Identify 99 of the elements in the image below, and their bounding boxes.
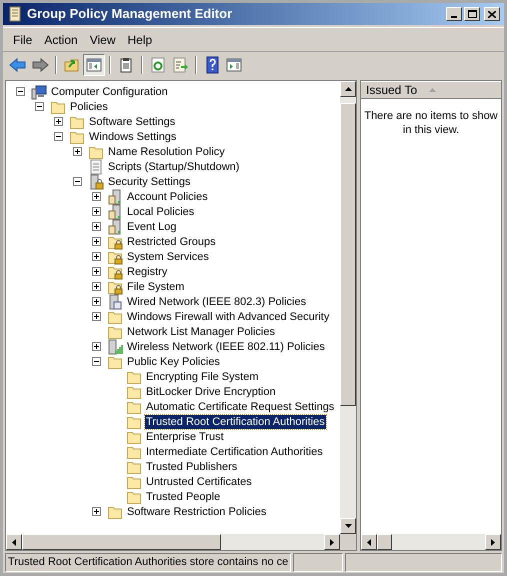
tree-item[interactable]: Account Policies [126, 190, 209, 204]
expand-icon[interactable] [92, 192, 100, 201]
tree-item[interactable]: Public Key Policies [126, 354, 221, 368]
tree-item[interactable]: Untrusted Certificates [145, 474, 253, 488]
tree-item[interactable]: Local Policies [126, 204, 196, 218]
expand-icon[interactable] [92, 507, 100, 516]
tree-item[interactable]: Enterprise Trust [145, 430, 225, 444]
sort-arrow-icon [429, 88, 436, 92]
forward-arrow-icon [31, 56, 49, 74]
status-text: Trusted Root Certification Authorities store contains no ce [8, 555, 288, 570]
collapse-icon[interactable] [72, 177, 82, 186]
tree-item[interactable]: Automatic Certificate Request Settings [145, 400, 336, 414]
expand-icon[interactable] [92, 282, 100, 291]
close-button[interactable] [484, 7, 500, 21]
expand-icon[interactable] [92, 222, 100, 231]
wireless-policy-icon [107, 338, 123, 354]
tree-item[interactable]: Windows Settings [88, 130, 178, 144]
tree-item[interactable]: Network List Manager Policies [126, 324, 276, 338]
tree-item[interactable]: Windows Firewall with Advanced Security [126, 310, 330, 324]
expand-icon[interactable] [92, 297, 100, 306]
collapse-icon[interactable] [34, 102, 44, 111]
refresh-icon [149, 56, 167, 74]
maximize-button[interactable] [464, 7, 480, 21]
window-title: Group Policy Management Editor [27, 5, 232, 24]
network-policy-icon [107, 294, 123, 310]
scroll-left-button[interactable] [361, 534, 377, 550]
tree-item[interactable]: Computer Configuration [50, 84, 169, 98]
expand-icon[interactable] [92, 207, 100, 216]
close-icon [488, 10, 496, 18]
tree-item[interactable]: Software Restriction Policies [126, 504, 268, 518]
tree-item[interactable]: System Services [126, 250, 210, 264]
left-arrow-icon [12, 538, 16, 546]
tree-item[interactable]: Trusted Publishers [145, 460, 238, 474]
status-panel [293, 553, 344, 572]
toolbar-button[interactable] [83, 54, 105, 76]
expand-icon[interactable] [92, 312, 100, 321]
server-icon [107, 218, 123, 234]
tree-item[interactable]: Security Settings [107, 174, 192, 188]
back-arrow-icon [9, 56, 27, 74]
scroll-left-button[interactable] [6, 534, 22, 550]
scrollbar-corner [340, 534, 356, 550]
tree-item[interactable]: Wireless Network (IEEE 802.11) Policies [126, 340, 326, 354]
tree-item[interactable]: BitLocker Drive Encryption [145, 384, 277, 398]
left-arrow-icon [367, 538, 371, 546]
collapse-icon[interactable] [16, 87, 24, 96]
right-arrow-icon [491, 538, 495, 546]
scrollbar-thumb[interactable] [377, 534, 392, 550]
column-title: Issued To [366, 82, 418, 99]
pane-icon [225, 56, 243, 74]
scroll-right-button[interactable] [324, 534, 340, 550]
tree-item[interactable]: Wired Network (IEEE 802.3) Policies [126, 294, 308, 308]
menu-item[interactable]: View [84, 30, 122, 50]
menu-item[interactable]: Action [38, 30, 84, 50]
scroll-up-button[interactable] [340, 81, 356, 97]
collapse-icon[interactable] [54, 132, 62, 141]
tree-item[interactable]: Trusted People [145, 490, 222, 504]
horizontal-scrollbar[interactable] [361, 534, 501, 550]
down-arrow-icon [344, 524, 352, 528]
export-list-icon [171, 56, 189, 74]
server-icon [107, 204, 123, 220]
empty-message: There are no items to show in this view. [363, 109, 499, 138]
tree-item[interactable]: Event Log [126, 220, 178, 234]
tree-item[interactable]: Scripts (Startup/Shutdown) [107, 160, 240, 174]
scroll-down-button[interactable] [340, 518, 356, 534]
minimize-icon [451, 16, 457, 18]
pane-icon [85, 56, 103, 74]
maximize-icon [468, 10, 476, 18]
minimize-button[interactable] [446, 7, 462, 21]
tree-item[interactable]: Encrypting File System [145, 370, 260, 384]
expand-icon[interactable] [92, 267, 100, 276]
expand-icon[interactable] [92, 237, 100, 246]
column-header[interactable]: Issued To [361, 81, 501, 99]
computer-icon [31, 84, 47, 100]
tree-item[interactable]: Name Resolution Policy [107, 144, 226, 158]
script-icon [88, 158, 104, 174]
horizontal-scrollbar[interactable] [6, 534, 356, 550]
expand-icon[interactable] [72, 147, 82, 156]
server-lock-icon [88, 174, 104, 190]
tree-item[interactable]: Software Settings [88, 114, 176, 128]
tree-item[interactable]: Policies [69, 100, 109, 114]
scroll-icon [7, 6, 23, 22]
tree-item[interactable]: Restricted Groups [126, 234, 217, 248]
scrollbar-thumb[interactable] [340, 103, 356, 406]
expand-icon[interactable] [92, 342, 100, 351]
up-arrow-icon [344, 87, 352, 91]
scrollbar-thumb[interactable] [22, 534, 221, 550]
menu-item[interactable]: File [7, 30, 38, 50]
scroll-right-button[interactable] [485, 534, 501, 550]
vertical-scrollbar[interactable] [340, 81, 356, 534]
tree-item[interactable]: Trusted Root Certification Authorities [145, 414, 326, 428]
expand-icon[interactable] [92, 252, 100, 261]
tree-item[interactable]: Intermediate Certification Authorities [145, 444, 324, 458]
expand-icon[interactable] [54, 117, 62, 126]
collapse-icon[interactable] [92, 357, 100, 366]
tree-item[interactable]: File System [126, 280, 186, 294]
tree-item[interactable]: Registry [126, 264, 168, 278]
right-arrow-icon [330, 538, 334, 546]
menu-item[interactable]: Help [122, 30, 158, 50]
server-icon [107, 188, 123, 204]
